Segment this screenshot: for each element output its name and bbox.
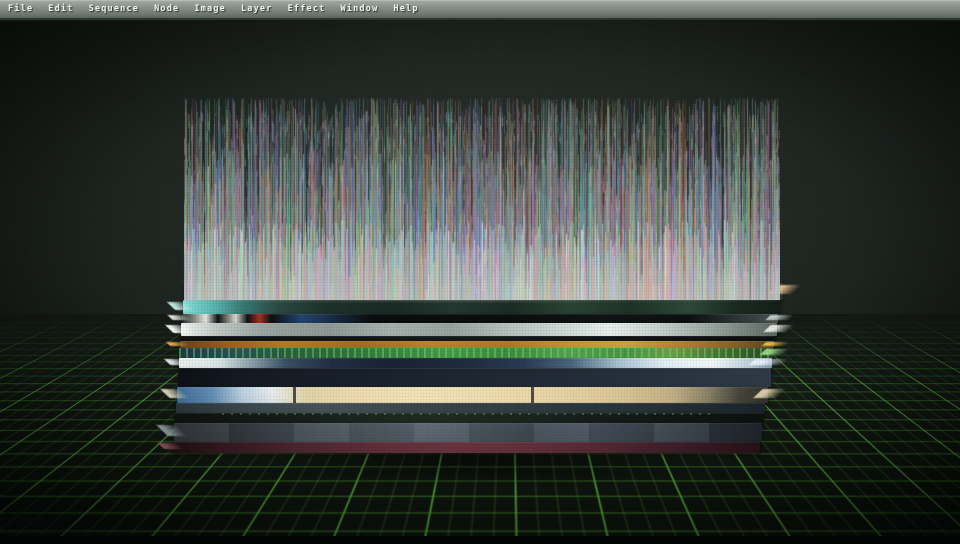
layer-gray-blue[interactable] <box>176 403 766 413</box>
layer-edge-highlight-left <box>160 389 190 398</box>
layer-dark-city[interactable] <box>182 314 779 323</box>
menu-item-help[interactable]: Help <box>393 0 418 19</box>
layer-maroon[interactable] <box>173 442 760 453</box>
menu-item-file[interactable]: File <box>8 0 33 19</box>
layer-silver-road[interactable] <box>181 323 777 336</box>
letterbox-bar <box>0 536 960 544</box>
layer-edge-highlight-left <box>167 302 195 310</box>
layer-edge-highlight-left <box>167 315 192 320</box>
layer-edge-highlight-right <box>766 315 795 320</box>
layer-teal-coast[interactable] <box>183 300 781 314</box>
layer-asphalt[interactable] <box>174 423 762 442</box>
layer-edge-highlight-left <box>166 342 190 346</box>
menu-bar: File Edit Sequence Node Image Layer Effect Wind… <box>0 0 960 20</box>
static-noise-layer[interactable] <box>184 90 780 300</box>
layer-edge-highlight-right <box>763 325 794 332</box>
layer-grass-green[interactable] <box>179 348 773 358</box>
viewport-3d[interactable] <box>0 0 960 544</box>
layer-edge-highlight-left <box>156 425 187 436</box>
layer-dark-speckle[interactable] <box>175 413 764 423</box>
layer-sky-strip[interactable] <box>179 358 772 368</box>
menu-item-sequence[interactable]: Sequence <box>89 0 140 19</box>
menu-item-window[interactable]: Window <box>340 0 378 19</box>
layer-edge-highlight-right <box>753 389 786 398</box>
layer-edge-highlight-right <box>761 349 791 355</box>
menu-item-layer[interactable]: Layer <box>241 0 273 19</box>
menu-item-node[interactable]: Node <box>154 0 179 19</box>
menu-item-edit[interactable]: Edit <box>48 0 73 19</box>
menu-item-effect[interactable]: Effect <box>288 0 326 19</box>
layer-detail-texture <box>179 348 773 358</box>
layer-edge-highlight-right <box>762 342 790 346</box>
layer-edge-highlight-left <box>165 325 193 333</box>
layer-navy-slab[interactable] <box>178 368 771 387</box>
layer-detail-texture <box>177 387 768 403</box>
layer-edge-highlight-right <box>749 359 789 365</box>
layer-beach-sand[interactable] <box>177 387 768 403</box>
layer-autumn-orange[interactable] <box>180 341 775 348</box>
menu-item-image[interactable]: Image <box>194 0 226 19</box>
layer-edge-highlight-left <box>157 443 184 449</box>
application-window: File Edit Sequence Node Image Layer Effect Wind… <box>0 0 960 544</box>
layer-detail-texture <box>174 423 762 442</box>
layer-detail-texture <box>222 413 717 415</box>
layer-edge-highlight-left <box>164 359 190 365</box>
